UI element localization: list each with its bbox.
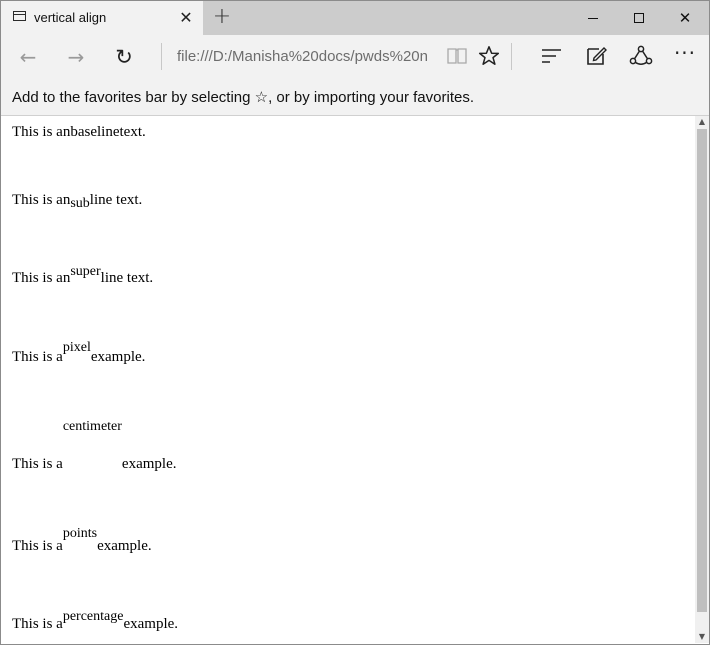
text-line-baseline: This is an baseline text. <box>12 124 146 141</box>
reading-view-icon[interactable] <box>446 46 468 66</box>
percentage-word: percentage <box>62 609 124 624</box>
line-prefix: This is a <box>12 349 63 365</box>
hub-icon[interactable] <box>539 44 565 68</box>
line-prefix: This is a <box>12 538 63 554</box>
browser-window: vertical align ✕ + ✕ ← → ↻ file:///D:/Ma… <box>0 0 710 645</box>
favorites-bar-message: Add to the favorites bar by selecting ☆,… <box>12 89 474 106</box>
refresh-icon[interactable]: ↻ <box>109 43 139 71</box>
line-suffix: example. <box>90 349 146 365</box>
line-suffix: example. <box>97 538 152 554</box>
line-suffix: line text. <box>100 270 154 286</box>
line-suffix: example. <box>123 616 179 632</box>
scroll-down-arrow-icon[interactable]: ▼ <box>695 631 709 643</box>
page-content: This is an baseline text. This is an sub… <box>1 116 695 643</box>
text-line-sub: This is an sub line text. <box>12 192 143 211</box>
line-suffix: text. <box>119 124 146 140</box>
text-line-points: This is a points example. <box>12 526 152 555</box>
maximize-icon <box>634 13 644 23</box>
title-bar: vertical align ✕ + ✕ <box>1 1 709 36</box>
line-suffix: example. <box>121 456 177 472</box>
tab-vertical-align[interactable]: vertical align ✕ <box>1 1 203 36</box>
web-note-icon[interactable] <box>584 44 610 68</box>
toolbar-divider <box>511 43 512 70</box>
text-line-pixel: This is a pixel example. <box>12 340 146 366</box>
scrollbar-thumb[interactable] <box>697 129 707 612</box>
favorites-bar: Add to the favorites bar by selecting ☆,… <box>1 79 709 116</box>
text-line-centimeter: This is a centimeter example. <box>12 419 177 473</box>
line-prefix: This is a <box>12 616 63 632</box>
maximize-button[interactable] <box>617 4 661 32</box>
sub-word: sub <box>70 196 90 211</box>
vertical-scrollbar[interactable]: ▲ ▼ <box>695 116 709 643</box>
new-tab-plus-icon[interactable]: + <box>211 6 233 28</box>
address-bar[interactable]: file:///D:/Manisha%20docs/pwds%20n <box>177 47 431 67</box>
close-window-button[interactable]: ✕ <box>663 4 707 32</box>
centimeter-word: centimeter <box>62 419 122 434</box>
favorite-star-icon[interactable] <box>477 44 501 68</box>
text-line-percentage: This is a percentage example. <box>12 609 179 633</box>
page-icon <box>13 11 26 21</box>
scroll-up-arrow-icon[interactable]: ▲ <box>695 116 709 128</box>
line-suffix: line text. <box>89 192 143 208</box>
pixel-word: pixel <box>62 340 91 355</box>
text-line-super: This is an super line text. <box>12 264 154 287</box>
close-icon: ✕ <box>678 9 692 27</box>
toolbar-divider <box>161 43 162 70</box>
share-icon[interactable] <box>628 44 654 68</box>
forward-arrow-icon[interactable]: → <box>61 43 91 71</box>
super-word: super <box>70 264 101 279</box>
points-word: points <box>62 526 98 541</box>
minimize-icon <box>588 18 598 19</box>
minimize-button[interactable] <box>571 4 615 32</box>
tab-title: vertical align <box>34 10 107 25</box>
line-prefix: This is an <box>12 270 71 286</box>
line-prefix: This is an <box>12 124 71 140</box>
line-prefix: This is a <box>12 456 63 472</box>
navigation-bar: ← → ↻ file:///D:/Manisha%20docs/pwds%20n… <box>1 35 709 79</box>
more-options-icon[interactable]: ··· <box>672 43 698 68</box>
tab-close-icon[interactable]: ✕ <box>176 8 196 28</box>
baseline-word: baseline <box>70 124 120 140</box>
line-prefix: This is an <box>12 192 71 208</box>
back-arrow-icon[interactable]: ← <box>13 43 43 71</box>
